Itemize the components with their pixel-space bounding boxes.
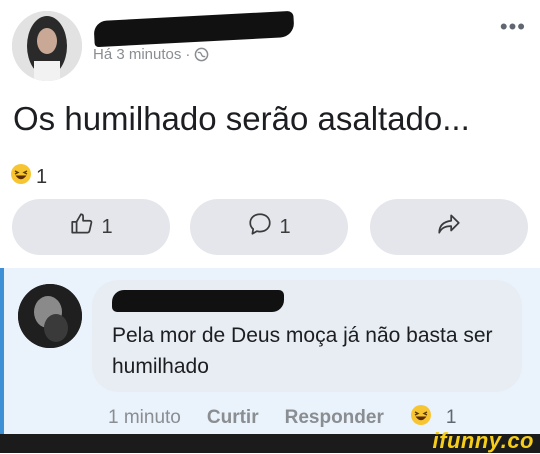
comment-bubble-icon: [247, 211, 273, 243]
commenter-avatar[interactable]: [18, 284, 82, 348]
post-card: Há 3 minutos · ••• Os humilhado serão asa…: [0, 0, 540, 268]
reaction-summary[interactable]: 1: [10, 163, 47, 191]
post-meta: Há 3 minutos ·: [93, 46, 209, 66]
avatar-photo-icon: [18, 284, 82, 348]
more-options-icon[interactable]: •••: [500, 16, 526, 38]
thumbs-up-icon: [69, 211, 95, 243]
like-button[interactable]: 1: [12, 199, 170, 255]
laughing-emoji-icon: [10, 163, 32, 191]
reaction-count: 1: [36, 165, 48, 188]
author-name-redacted: [93, 10, 295, 48]
like-count: 1: [101, 215, 113, 238]
share-arrow-icon: [436, 211, 462, 243]
meta-separator: ·: [185, 46, 191, 63]
globe-icon: [194, 47, 209, 66]
post-text: Os humilhado serão asaltado...: [13, 100, 470, 137]
comment-time[interactable]: 1 minuto: [108, 407, 181, 429]
laughing-emoji-icon: [410, 404, 432, 432]
share-button[interactable]: [370, 199, 528, 255]
comment-like-button[interactable]: Curtir: [207, 407, 259, 429]
comment-section: Pela mor de Deus moça já não basta ser h…: [0, 268, 540, 434]
post-time[interactable]: Há 3 minutos: [93, 46, 181, 63]
comment-button[interactable]: 1: [190, 199, 348, 255]
avatar-photo-icon: [12, 11, 82, 81]
comment-reaction-count: 1: [445, 407, 457, 428]
comment-meta: 1 minuto Curtir Responder 1: [108, 404, 456, 432]
watermark-logo: ifunny.co: [432, 428, 534, 453]
commenter-name-redacted: [112, 290, 284, 312]
comment-text: Pela mor de Deus moça já não basta ser h…: [112, 324, 493, 378]
comment-count: 1: [279, 215, 291, 238]
comment-reply-button[interactable]: Responder: [285, 407, 384, 429]
author-avatar[interactable]: [12, 11, 82, 81]
